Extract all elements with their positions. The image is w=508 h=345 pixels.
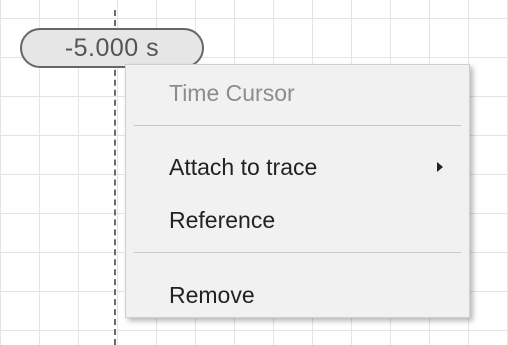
menu-separator (134, 125, 461, 126)
menu-item-label: Attach to trace (169, 154, 318, 180)
chevron-right-icon (437, 162, 443, 172)
time-cursor-context-menu: Time Cursor Attach to trace Reference Re… (125, 64, 470, 318)
menu-item-reference[interactable]: Reference (126, 200, 469, 240)
menu-item-remove[interactable]: Remove (126, 275, 469, 315)
menu-item-label: Remove (169, 282, 255, 308)
menu-separator (134, 252, 461, 253)
menu-header-label: Time Cursor (169, 80, 295, 106)
menu-item-label: Reference (169, 207, 276, 233)
time-cursor-label[interactable]: -5.000 s (20, 28, 204, 68)
menu-item-attach-to-trace[interactable]: Attach to trace (126, 147, 469, 187)
menu-header-time-cursor: Time Cursor (126, 73, 469, 113)
